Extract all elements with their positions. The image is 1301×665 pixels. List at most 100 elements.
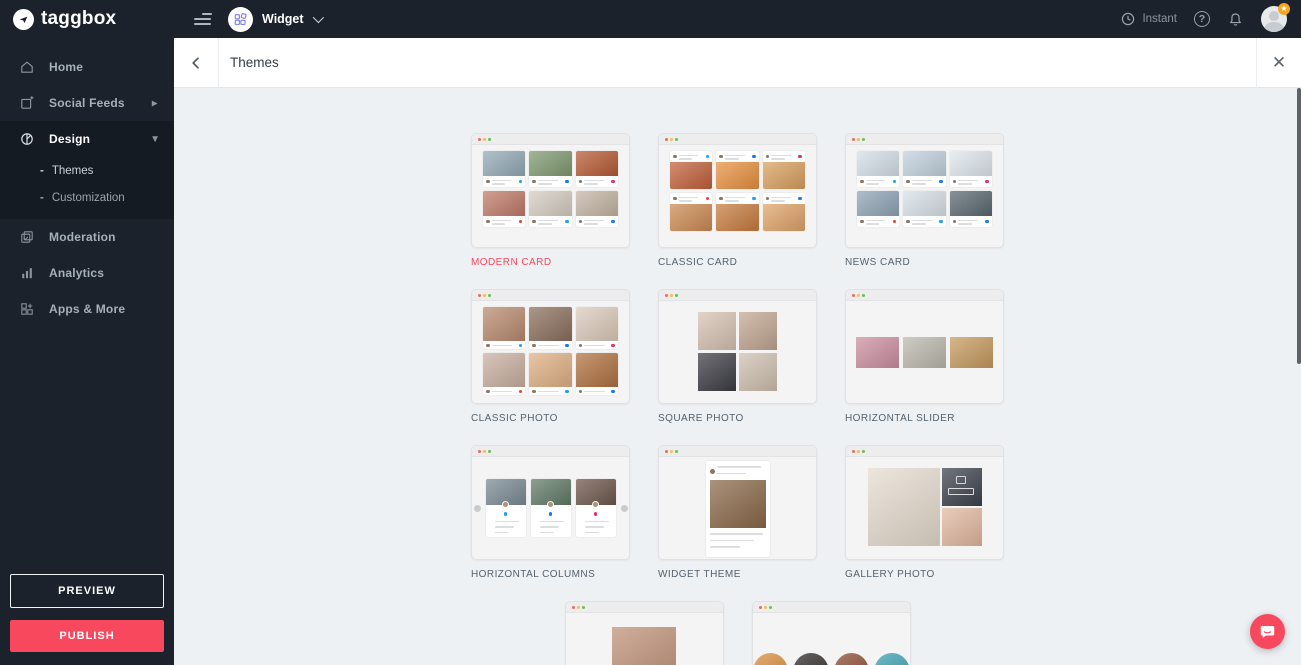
back-button[interactable] bbox=[174, 38, 218, 88]
publish-button[interactable]: PUBLISH bbox=[10, 620, 164, 652]
text-lines bbox=[538, 179, 563, 185]
text-line bbox=[538, 183, 552, 185]
theme-option-widget-theme[interactable]: WIDGET THEME bbox=[658, 445, 817, 580]
taggbox-logo[interactable]: taggbox bbox=[0, 0, 174, 38]
close-icon[interactable]: ✕ bbox=[1256, 38, 1301, 88]
theme-option-horizontal-columns[interactable]: HORIZONTAL COLUMNS bbox=[471, 445, 630, 580]
theme-preview-card[interactable] bbox=[471, 445, 630, 560]
sidebar-item-themes[interactable]: - Themes bbox=[0, 157, 174, 184]
author-avatar-dot bbox=[502, 501, 509, 508]
mini-post-card bbox=[857, 151, 899, 187]
post-caption bbox=[483, 176, 525, 187]
sidebar-item-customization[interactable]: - Customization bbox=[0, 184, 174, 211]
browser-dot bbox=[582, 606, 585, 609]
text-lines bbox=[912, 219, 937, 225]
theme-label: NEWS CARD bbox=[845, 257, 1004, 268]
browser-dot bbox=[862, 450, 865, 453]
theme-preview-body bbox=[659, 461, 816, 560]
text-line bbox=[492, 345, 513, 347]
post-caption bbox=[763, 193, 805, 204]
theme-option-horizontal-slider[interactable]: HORIZONTAL SLIDER bbox=[845, 289, 1004, 424]
theme-preview-card[interactable] bbox=[658, 133, 817, 248]
sidebar: taggbox Home Social Feeds ▼ bbox=[0, 0, 174, 665]
widget-selector[interactable]: Widget bbox=[228, 7, 321, 32]
taggbox-logo-icon bbox=[13, 9, 34, 30]
sidebar-item-analytics[interactable]: Analytics bbox=[0, 255, 174, 291]
sidebar-item-home[interactable]: Home bbox=[0, 49, 174, 85]
theme-preview-card[interactable] bbox=[845, 133, 1004, 248]
theme-preview-card[interactable] bbox=[471, 289, 630, 404]
photo-placeholder bbox=[670, 162, 712, 189]
columns-row bbox=[472, 457, 629, 559]
browser-chrome-bar bbox=[753, 602, 910, 613]
theme-label: HORIZONTAL SLIDER bbox=[845, 413, 1004, 424]
slider-row bbox=[846, 301, 1003, 403]
mini-post-card bbox=[529, 151, 571, 187]
slider-prev-arrow bbox=[474, 505, 481, 512]
theme-option-partial-10[interactable] bbox=[752, 601, 911, 665]
user-avatar[interactable]: ★ bbox=[1261, 6, 1287, 32]
sidebar-item-moderation[interactable]: Moderation bbox=[0, 219, 174, 255]
text-lines bbox=[531, 519, 571, 534]
theme-option-square-photo[interactable]: SQUARE PHOTO bbox=[658, 289, 817, 424]
post-caption bbox=[529, 176, 571, 187]
browser-dot bbox=[852, 450, 855, 453]
help-icon[interactable]: ? bbox=[1194, 11, 1210, 27]
mini-post-card bbox=[950, 151, 992, 187]
theme-label: SQUARE PHOTO bbox=[658, 413, 817, 424]
bell-icon[interactable] bbox=[1227, 11, 1244, 28]
browser-dot bbox=[488, 294, 491, 297]
theme-preview-card[interactable] bbox=[565, 601, 724, 665]
theme-preview-card[interactable] bbox=[845, 445, 1004, 560]
text-line bbox=[725, 197, 745, 199]
theme-label: MODERN CARD bbox=[471, 257, 630, 268]
theme-option-modern-card[interactable]: MODERN CARD bbox=[471, 133, 630, 268]
star-badge-icon: ★ bbox=[1278, 3, 1290, 15]
social-network-dot bbox=[893, 220, 897, 224]
sidebar-item-apps-more[interactable]: Apps & More bbox=[0, 291, 174, 327]
theme-preview-card[interactable] bbox=[471, 133, 630, 248]
chat-launcher-icon[interactable] bbox=[1250, 614, 1285, 649]
sidebar-nav: Home Social Feeds ▼ Design ▼ - bbox=[0, 38, 174, 327]
mini-photo-card bbox=[529, 353, 571, 395]
theme-option-classic-photo[interactable]: CLASSIC PHOTO bbox=[471, 289, 630, 424]
mini-post-card bbox=[670, 193, 712, 231]
theme-preview-card[interactable] bbox=[658, 445, 817, 560]
text-lines bbox=[866, 179, 891, 185]
theme-preview-body bbox=[753, 653, 910, 665]
text-line bbox=[585, 526, 604, 528]
social-network-dot bbox=[519, 220, 523, 224]
theme-option-partial-9[interactable] bbox=[565, 601, 724, 665]
text-line bbox=[540, 532, 554, 534]
author-avatar-dot bbox=[579, 390, 583, 394]
theme-label: WIDGET THEME bbox=[658, 569, 817, 580]
sidebar-item-social-feeds[interactable]: Social Feeds ▼ bbox=[0, 85, 174, 121]
photo-placeholder bbox=[856, 337, 899, 368]
overlay-button bbox=[948, 488, 974, 495]
preview-button[interactable]: PREVIEW bbox=[10, 574, 164, 608]
instant-status[interactable]: Instant bbox=[1120, 11, 1177, 27]
author-avatar-dot bbox=[719, 197, 723, 201]
social-network-dot bbox=[706, 197, 710, 201]
author-avatar-dot bbox=[953, 220, 957, 224]
theme-option-gallery-photo[interactable]: GALLERY PHOTO bbox=[845, 445, 1004, 580]
mini-post-card bbox=[763, 193, 805, 231]
theme-option-news-card[interactable]: NEWS CARD bbox=[845, 133, 1004, 268]
sidebar-item-design[interactable]: Design ▼ bbox=[0, 121, 174, 157]
text-lines bbox=[486, 519, 526, 534]
theme-preview-card[interactable] bbox=[845, 289, 1004, 404]
sidebar-collapse-icon[interactable] bbox=[194, 13, 212, 25]
post-caption bbox=[716, 193, 758, 204]
social-network-dot bbox=[565, 180, 569, 184]
theme-option-classic-card[interactable]: CLASSIC CARD bbox=[658, 133, 817, 268]
photo-placeholder bbox=[739, 353, 777, 391]
widget-name: Widget bbox=[262, 12, 304, 26]
browser-chrome-bar bbox=[846, 446, 1003, 457]
theme-preview-card[interactable] bbox=[658, 289, 817, 404]
text-lines bbox=[679, 154, 704, 160]
browser-dot bbox=[675, 138, 678, 141]
vertical-scrollbar[interactable] bbox=[1297, 88, 1301, 364]
square-photo-grid bbox=[659, 301, 816, 391]
theme-preview-card[interactable] bbox=[752, 601, 911, 665]
mini-photo-card bbox=[576, 307, 618, 349]
